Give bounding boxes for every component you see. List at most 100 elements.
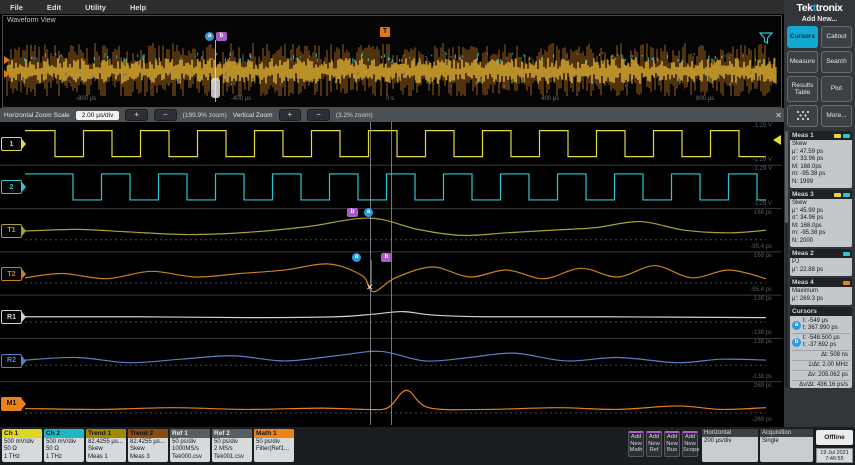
meas-value-line: Maximum: [792, 288, 819, 294]
right-sidebar: Tekttronix Add New... Cursors Callout Meas…: [784, 0, 855, 427]
overview-axis-tick: 400 μs: [541, 96, 560, 102]
channel-handle-ch2[interactable]: 2: [1, 180, 26, 195]
cursor-b-marker[interactable]: b: [216, 32, 227, 41]
cursor-readout-row: b t: -548.500 μs t: -37.692 ps: [792, 334, 850, 351]
add-new-ref-button[interactable]: Add New Ref: [646, 431, 662, 457]
badge-line: 500 mV/div: [4, 439, 35, 445]
sidebar-scrollbar-thumb[interactable]: [785, 131, 788, 223]
channel-handle-trend1[interactable]: T1: [1, 223, 26, 238]
h-zoom-scale-label: Horizontal Zoom Scale: [4, 111, 70, 119]
menu-utility[interactable]: Utility: [85, 3, 106, 12]
menu-file[interactable]: File: [10, 3, 23, 12]
acquisition-panel[interactable]: Acquisition Single: [760, 429, 813, 462]
badge-ref-1[interactable]: Ref 1 50 ps/div 1000MS/s Tek000.csv: [170, 429, 210, 462]
badge-ref-2[interactable]: Ref 2 50 ps/div 2 MS/s Tek001.csv: [212, 429, 252, 462]
badge-math-1[interactable]: Math 1 50 ps/div Filter(Ref1...: [254, 429, 294, 462]
badge-line: 50 ps/div: [256, 439, 281, 445]
overview-zoom-grab-handle[interactable]: [211, 78, 220, 98]
h-zoom-minus-button[interactable]: −: [154, 109, 177, 121]
channel-handle-math1[interactable]: M1: [1, 396, 26, 411]
cursor-b-marker[interactable]: b: [347, 208, 358, 217]
offline-button[interactable]: Offline: [816, 430, 853, 445]
search-funnel-icon[interactable]: [759, 32, 773, 44]
badge-line: 50 ps/div: [214, 439, 239, 445]
v-zoom-plus-button[interactable]: +: [278, 109, 302, 121]
badge-trend-2[interactable]: Trend 2 82.4255 μs... Skew Meas 3: [128, 429, 168, 462]
cursor-cross-marker[interactable]: ✕: [366, 282, 374, 293]
cursor-readout-lines: t: -549 μs t: 367.990 ps: [803, 318, 838, 332]
cursor-b-marker[interactable]: b: [381, 253, 392, 262]
sidebar-button-plot[interactable]: Plot: [821, 76, 852, 102]
cursor-stat-line: Δv/Δt: 436.16 ps/s: [792, 381, 850, 388]
cursor-stat-line: Δt: 508 ns: [792, 351, 850, 361]
badge-trend-1[interactable]: Trend 1 82.4255 μs... Skew Meas 1: [86, 429, 126, 462]
trigger-position-marker[interactable]: T: [380, 27, 390, 37]
cursor-a-marker[interactable]: a: [205, 32, 214, 41]
source-chip: [834, 133, 841, 138]
badge-line: Skew: [130, 446, 145, 453]
waveform-view[interactable]: b a a b ✕ 1 1.29 V -1.29 V 2 1.29 V -1.29 V T1…: [0, 122, 782, 425]
channel-handle-ref2[interactable]: R2: [1, 353, 26, 368]
trigger-level-arrow-icon[interactable]: [773, 135, 781, 145]
sidebar-button-results-table[interactable]: Results Table: [787, 76, 818, 102]
horizontal-panel[interactable]: Horizontal 200 μs/div: [702, 429, 758, 462]
cursor-a-marker[interactable]: a: [364, 208, 373, 217]
badge-line: 2 MS/s: [214, 446, 233, 453]
sidebar-button-cursors[interactable]: Cursors: [787, 26, 818, 48]
scale-label-top: 138 ps: [753, 296, 772, 303]
cursor-readout-lines: t: -548.500 μs t: -37.692 ps: [803, 335, 840, 349]
menu-edit[interactable]: Edit: [47, 3, 61, 12]
meas-badge-body: Skew μ': 47.59 ps σ': 33.96 ps M: 168.0ps m:…: [790, 140, 852, 187]
sidebar-button-search[interactable]: Search: [821, 51, 852, 73]
meas-badge-meas-3[interactable]: Meas 3 Skew μ': 45.99 ps σ': 34.96 ps M: 168…: [790, 190, 852, 247]
h-zoom-plus-button[interactable]: +: [125, 109, 148, 121]
meas-badge-meas-4[interactable]: Meas 4 Maximum μ': 269.3 ps: [790, 278, 852, 305]
v-zoom-minus-button[interactable]: −: [307, 109, 330, 121]
scale-label-bottom: -1.29 V: [752, 157, 772, 164]
badge-ch-2[interactable]: Ch 2 500 mV/div 50 Ω1 THz: [44, 429, 84, 462]
add-new-scope-button[interactable]: Add New Scope: [682, 431, 699, 457]
scale-label-bottom: -138 ps: [751, 373, 772, 380]
channel-handle-ref1[interactable]: R1: [1, 310, 26, 325]
sidebar-button-measure[interactable]: Measure: [787, 51, 818, 73]
add-new-bus-button[interactable]: Add New Bus: [664, 431, 680, 457]
badge-line: 50 Ω: [46, 446, 59, 453]
sidebar-button-callout[interactable]: Callout: [821, 26, 852, 48]
h-zoom-scale-value[interactable]: 2.00 μs/div: [75, 110, 120, 120]
channel-handle-ch1[interactable]: 1: [1, 137, 26, 152]
scale-label-bottom: -1.29 V: [752, 200, 772, 207]
chips: [832, 133, 850, 138]
source-chip: [843, 192, 850, 197]
datetime-display: 19 Jul 2021 7:46:55: [816, 448, 853, 463]
meas-badge-body: PJ μ': 22.88 ps: [790, 258, 852, 275]
channel-handle-trend2[interactable]: T2: [1, 267, 26, 281]
mask-icon: [796, 110, 809, 121]
acquisition-mode-value: Single: [762, 438, 779, 444]
meas-badge-body: Skew μ': 45.99 ps σ': 34.96 ps M: 168.0ps m:…: [790, 199, 852, 246]
badge-line: 50 ps/div: [172, 439, 197, 445]
meas-value-line: N: 2000: [792, 237, 814, 244]
meas-badge-meas-2[interactable]: Meas 2 PJ μ': 22.88 ps: [790, 249, 852, 276]
meas-badge-meas-1[interactable]: Meas 1 Skew μ': 47.59 ps σ': 33.96 ps M: 168…: [790, 131, 852, 188]
badge-line: Filter(Ref1...: [256, 446, 290, 453]
scale-label-top: 168 ps: [753, 209, 772, 216]
add-new-math-button[interactable]: Add New Math: [628, 431, 644, 457]
cursor-stat-line: Δv: 205.062 ps: [792, 371, 850, 381]
menu-help[interactable]: Help: [130, 3, 146, 12]
meas-value-line: σ': 34.96 ps: [792, 215, 824, 221]
add-new-label: Add New...: [801, 16, 838, 23]
waveform-overview[interactable]: Waveform View a b T -800 μs -400 μs 0 s 400…: [2, 15, 782, 108]
cursors-badge[interactable]: Cursors a t: -549 μs t: 367.990 ps b t: -548.…: [790, 307, 852, 388]
chips: [841, 280, 850, 285]
meas-badge-header: Meas 2: [790, 249, 852, 258]
v-zoom-label: Vertical Zoom: [232, 111, 273, 119]
channel-handle-label: M1: [6, 400, 17, 408]
mask-icon[interactable]: [787, 105, 818, 127]
cursor-a-icon: a: [792, 320, 801, 330]
sidebar-button-more-[interactable]: More...: [821, 105, 852, 127]
badge-line: 1 THz: [4, 453, 20, 460]
badge-ch-1[interactable]: Ch 1 500 mV/div 50 Ω1 THz: [2, 429, 42, 462]
cursor-b-line[interactable]: [391, 122, 392, 425]
meas-value-line: μ': 47.59 ps: [792, 148, 823, 155]
cursor-a-marker[interactable]: a: [352, 253, 361, 262]
